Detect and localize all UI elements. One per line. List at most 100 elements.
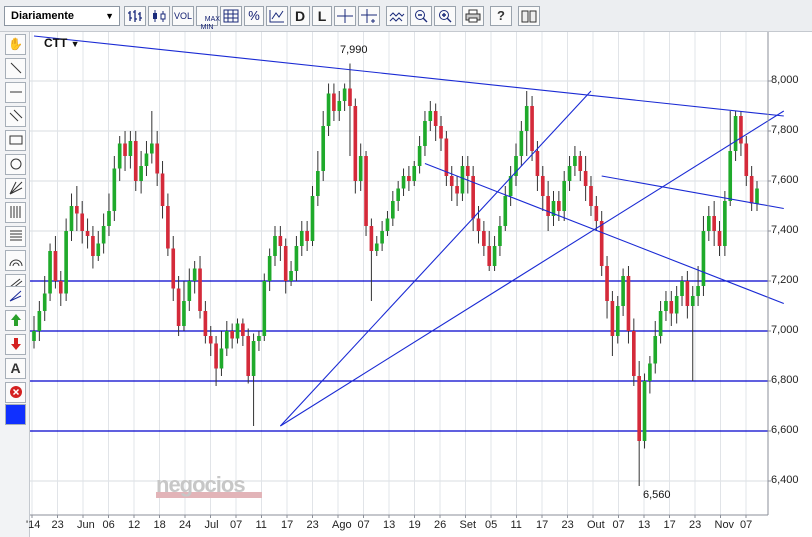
candle-up xyxy=(251,341,256,376)
candle-down xyxy=(80,213,85,231)
candle-up xyxy=(492,246,497,266)
candle-up xyxy=(385,218,390,231)
candle-up xyxy=(621,276,625,306)
candle-down xyxy=(305,231,309,241)
candle-down xyxy=(717,231,722,246)
candle-up xyxy=(112,168,117,211)
candle-up xyxy=(401,176,406,189)
candle-down xyxy=(155,143,159,174)
candle-up xyxy=(187,281,192,301)
candle-down xyxy=(583,171,588,186)
candle-down xyxy=(214,343,218,369)
candle-down xyxy=(58,281,63,294)
candle-up xyxy=(42,293,47,311)
candle-down xyxy=(578,156,583,171)
y-tick-label: 6,400 xyxy=(771,474,799,486)
candle-up xyxy=(615,306,620,336)
candle-up xyxy=(674,296,679,314)
candle-up xyxy=(653,336,658,364)
candle-down xyxy=(476,218,481,231)
annotation-high: 7,990 xyxy=(340,44,368,56)
candle-up xyxy=(723,201,727,246)
symbol-label: CTT xyxy=(44,36,68,50)
x-tick-label: Ago xyxy=(332,519,352,531)
candle-down xyxy=(332,93,336,111)
candle-down xyxy=(133,141,138,181)
x-tick-label: 06 xyxy=(102,519,115,531)
candle-down xyxy=(439,126,443,139)
candle-down xyxy=(530,106,534,151)
candle-up xyxy=(150,143,154,154)
candle-up xyxy=(316,171,320,196)
candle-down xyxy=(487,246,492,266)
candle-up xyxy=(524,106,529,131)
candle-down xyxy=(283,246,288,281)
candle-up xyxy=(701,231,706,286)
candle-down xyxy=(230,331,234,339)
candle-up xyxy=(289,271,293,281)
candle-down xyxy=(75,206,79,214)
candle-down xyxy=(589,186,593,206)
candle-up xyxy=(294,246,299,271)
candle-down xyxy=(482,231,486,246)
candle-down xyxy=(712,216,716,231)
chevron-down-icon: ▼ xyxy=(70,39,80,49)
candle-up xyxy=(342,88,347,101)
x-tick-label: Jul xyxy=(204,519,219,531)
candle-up xyxy=(299,231,304,246)
candle-down xyxy=(160,173,165,206)
candle-down xyxy=(198,268,202,311)
x-tick-label: 17 xyxy=(536,519,549,531)
candle-up xyxy=(562,181,567,211)
x-tick-label: Nov xyxy=(714,519,735,531)
candle-up xyxy=(664,301,668,311)
candle-up xyxy=(101,226,106,244)
candle-down xyxy=(353,106,358,181)
candles xyxy=(32,63,759,486)
candle-up xyxy=(412,166,417,181)
candle-up xyxy=(37,311,42,331)
candle-up xyxy=(107,211,111,226)
x-tick-label: 23 xyxy=(689,519,702,531)
trendline xyxy=(33,35,784,117)
x-tick-label: 19 xyxy=(408,519,421,531)
candle-down xyxy=(348,88,352,106)
candle-up xyxy=(680,281,684,296)
candle-down xyxy=(455,186,459,194)
candle-up xyxy=(728,151,733,201)
candle-up xyxy=(128,141,133,156)
candle-up xyxy=(64,231,68,294)
candle-up xyxy=(460,166,465,194)
candle-up xyxy=(396,188,400,201)
candle-up xyxy=(144,153,149,166)
candle-up xyxy=(391,201,395,219)
candle-up xyxy=(519,131,524,156)
candle-down xyxy=(433,111,438,126)
x-tick-label: 12 xyxy=(128,519,141,531)
candle-up xyxy=(573,156,577,166)
candle-down xyxy=(605,266,609,301)
watermark-logo: negocios xyxy=(156,472,246,497)
candle-up xyxy=(235,323,240,339)
candle-up xyxy=(219,348,224,369)
x-tick-label: 07 xyxy=(740,519,753,531)
candle-down xyxy=(407,176,411,181)
horizontal-levels xyxy=(30,280,768,432)
candle-down xyxy=(540,176,545,196)
candle-up xyxy=(648,363,652,381)
candle-down xyxy=(546,196,550,216)
x-tick-label: 17 xyxy=(281,519,294,531)
candle-up xyxy=(182,301,186,326)
candle-down xyxy=(669,301,674,314)
x-tick-label: 17 xyxy=(663,519,676,531)
x-tick-label: 26 xyxy=(434,519,447,531)
y-tick-label: 8,000 xyxy=(771,74,799,86)
x-tick-label: '14 xyxy=(26,519,41,531)
candle-down xyxy=(465,166,470,176)
y-tick-label: 7,400 xyxy=(771,224,799,236)
x-tick-label: 13 xyxy=(383,519,396,531)
candle-up xyxy=(423,121,427,146)
candle-up xyxy=(567,166,572,181)
symbol-selector[interactable]: CTT ▼ xyxy=(44,36,80,50)
candle-up xyxy=(267,256,272,281)
